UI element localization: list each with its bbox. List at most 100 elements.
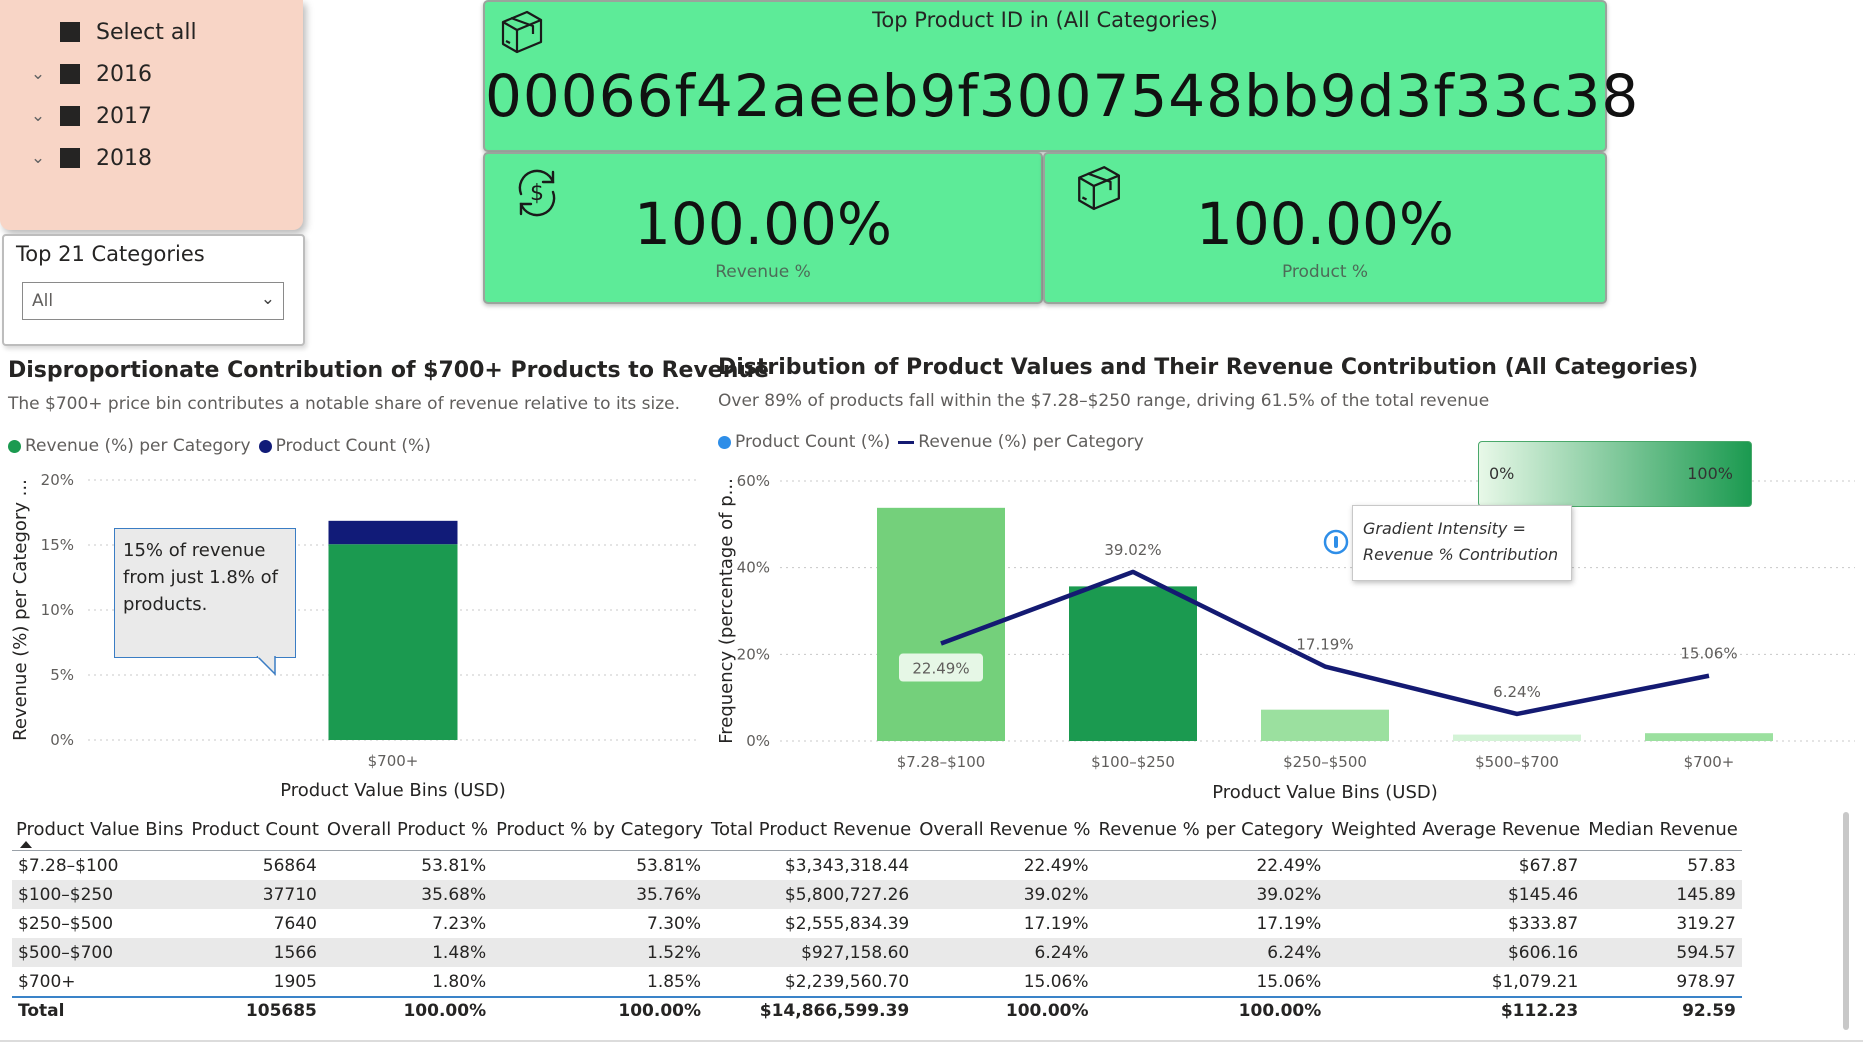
table-cell: 15.06% — [1256, 971, 1322, 992]
column-header[interactable]: Revenue % per Category — [1095, 815, 1328, 851]
table-row: $700+ 1905 1.80% 1.85% $2,239,560.70 15.06% 15… — [12, 967, 1742, 997]
legend-label-product-count: Product Count (%) — [735, 432, 891, 452]
table-cell: 57.83 — [1584, 850, 1742, 880]
slicer-item-2018[interactable]: ⌄ 2018 — [0, 142, 152, 174]
table-cell: 53.81% — [322, 850, 493, 880]
slicer-item-label: 2018 — [96, 145, 152, 171]
table-cell: $1,079.21 — [1491, 971, 1579, 992]
slicer-item-2017[interactable]: ⌄ 2017 — [0, 100, 152, 132]
table-cell: 39.02% — [1094, 880, 1328, 909]
bar-product-count — [1261, 709, 1389, 741]
chevron-down-icon[interactable]: ⌄ — [20, 64, 56, 84]
category-dropdown-value: All — [32, 291, 54, 311]
category-slicer: Top 21 Categories All ⌄ — [2, 234, 305, 346]
table-cell: 6.24% — [1094, 938, 1328, 967]
table-cell: 17.19% — [1256, 913, 1322, 934]
checkbox[interactable] — [60, 64, 80, 84]
bar-product-count — [1453, 734, 1581, 741]
table-cell: 100.00% — [322, 996, 493, 1024]
table-cell: $250–$500 — [18, 913, 114, 934]
checkbox[interactable] — [60, 148, 80, 168]
y-tick-label: 0% — [50, 731, 74, 749]
table-cell: 53.81% — [492, 850, 708, 880]
column-header[interactable]: Overall Revenue % — [915, 815, 1094, 851]
chevron-down-icon: ⌄ — [260, 289, 275, 309]
table-cell: 1.48% — [322, 938, 493, 967]
y-tick-label: 10% — [41, 601, 74, 619]
table-cell: 7.30% — [647, 913, 702, 934]
left-chart-title: Disproportionate Contribution of $700+ P… — [8, 358, 769, 383]
tooltip-line-2: Revenue % Contribution — [1363, 545, 1559, 564]
column-header[interactable]: Product Count — [187, 815, 323, 851]
table-header-row: Product Value Bins Product Count Overall… — [12, 815, 1742, 851]
table-cell: 319.27 — [1676, 913, 1736, 934]
legend-swatch-revenue-line — [898, 440, 915, 444]
annotation-callout: 15% of revenue from just 1.8% of product… — [114, 528, 296, 658]
table-cell: 22.49% — [915, 850, 1095, 880]
right-chart-title: Distribution of Product Values and Their… — [718, 355, 1699, 380]
table-cell: 6.24% — [915, 938, 1095, 967]
category-slicer-title: Top 21 Categories — [16, 242, 205, 266]
left-chart-subtitle: The $700+ price bin contributes a notabl… — [8, 394, 680, 414]
y-tick-label: 0% — [746, 732, 770, 750]
table-cell: 22.49% — [1094, 850, 1328, 880]
callout-pointer — [256, 656, 276, 676]
table-cell: 1.52% — [492, 938, 708, 967]
table-cell: 7640 — [273, 913, 317, 934]
product-percent-value: 100.00% — [1195, 190, 1455, 258]
table-row: $250–$500 7640 7.23% 7.30% $2,555,834.39 17.1… — [12, 909, 1742, 938]
table-cell: $500–$700 — [12, 938, 188, 967]
chevron-down-icon[interactable]: ⌄ — [20, 106, 56, 126]
table-cell: 56864 — [187, 850, 323, 880]
column-header[interactable]: Weighted Average Revenue — [1327, 815, 1584, 851]
bins-table: Product Value Bins Product Count Overall… — [12, 815, 1742, 1024]
data-label: 15.06% — [1680, 645, 1737, 663]
y-axis-title: Revenue (%) per Category ... — [10, 479, 31, 741]
column-header[interactable]: Median Revenue — [1584, 815, 1742, 851]
table-cell: 35.76% — [492, 880, 708, 909]
category-dropdown[interactable]: All ⌄ — [22, 282, 284, 320]
chevron-down-icon[interactable]: ⌄ — [20, 148, 56, 168]
bar-product-count — [877, 507, 1005, 741]
revenue-percent-value: 100.00% — [633, 190, 893, 258]
revenue-percent-label: Revenue % — [715, 262, 811, 282]
table-cell: 100.00% — [492, 996, 708, 1024]
table-cell: $7.28–$100 — [12, 850, 188, 880]
legend-label-revenue: Revenue (%) per Category — [25, 436, 251, 456]
table-cell: $2,555,834.39 — [784, 913, 910, 934]
bar-revenue — [328, 544, 458, 740]
table-cell: $145.46 — [1327, 880, 1585, 909]
bar-product-count — [328, 520, 458, 545]
y-tick-label: 20% — [41, 471, 74, 489]
tooltip-line-1: Gradient Intensity = — [1363, 519, 1526, 538]
x-axis-title: Product Value Bins (USD) — [1212, 782, 1438, 803]
column-header[interactable]: Product % by Category — [492, 815, 707, 851]
column-header[interactable]: Product Value Bins — [12, 815, 187, 851]
column-header[interactable]: Total Product Revenue — [707, 815, 915, 851]
slicer-item-2016[interactable]: ⌄ 2016 — [0, 58, 152, 90]
x-tick-label: $7.28–$100 — [897, 753, 986, 771]
gradient-legend-high: 100% — [1687, 464, 1733, 483]
revenue-percent-card: $ 100.00% Revenue % — [483, 152, 1043, 304]
bottom-divider — [0, 1040, 1863, 1042]
table-cell: $927,158.60 — [707, 938, 916, 967]
table-cell: Total — [12, 996, 188, 1024]
checkbox[interactable] — [60, 106, 80, 126]
table-cell: 145.89 — [1584, 880, 1742, 909]
table-cell: $14,866,599.39 — [707, 996, 916, 1024]
column-header[interactable]: Overall Product % — [323, 815, 492, 851]
table-cell: 1.80% — [432, 971, 487, 992]
sort-ascending-icon[interactable] — [20, 840, 32, 848]
top-product-card: Top Product ID in (All Categories) 00066… — [483, 0, 1638, 152]
x-tick-label: $700+ — [368, 752, 419, 770]
table-cell: 978.97 — [1676, 971, 1736, 992]
slicer-item-label: 2017 — [96, 103, 152, 129]
vertical-scrollbar[interactable] — [1843, 812, 1849, 1030]
right-chart-legend: Product Count (%) Revenue (%) per Catego… — [718, 432, 1144, 452]
table-cell: 35.68% — [322, 880, 493, 909]
table-row: $7.28–$100 56864 53.81% 53.81% $3,343,318.44… — [12, 850, 1742, 880]
table-cell: $100–$250 — [12, 880, 188, 909]
slicer-item-select-all[interactable]: Select all — [0, 16, 197, 48]
checkbox[interactable] — [60, 22, 80, 42]
info-icon[interactable] — [1322, 528, 1350, 556]
